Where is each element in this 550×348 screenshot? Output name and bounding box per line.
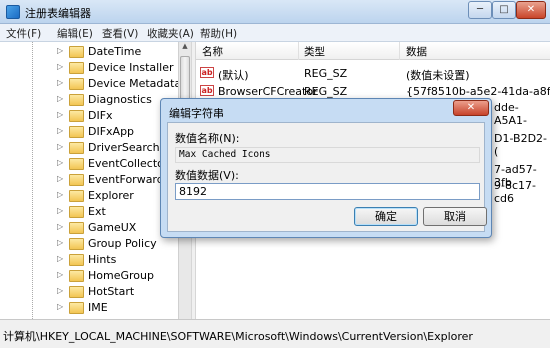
folder-icon <box>69 126 84 138</box>
list-header: 名称 类型 数据 <box>196 42 550 60</box>
tree-item-label: Diagnostics <box>88 93 152 106</box>
menu-bar: 文件(F) 编辑(E) 查看(V) 收藏夹(A) 帮助(H) <box>0 24 550 42</box>
regedit-app-icon <box>6 5 20 19</box>
expand-arrow-icon[interactable]: ▷ <box>57 206 63 215</box>
value-data: {57f8510b-a5e2-41da-a8f0-8a5 <box>406 85 550 98</box>
tree-item-label: DateTime <box>88 45 142 58</box>
expand-arrow-icon[interactable]: ▷ <box>57 270 63 279</box>
tree-item-label: Explorer <box>88 189 134 202</box>
folder-icon <box>69 206 84 218</box>
folder-icon <box>69 190 84 202</box>
tree-item-label: Device Installer <box>88 61 174 74</box>
expand-arrow-icon[interactable]: ▷ <box>57 46 63 55</box>
expand-arrow-icon[interactable]: ▷ <box>57 302 63 311</box>
tree-item-label: DIFx <box>88 109 113 122</box>
tree-item-label: DIFxApp <box>88 125 135 138</box>
expand-arrow-icon[interactable]: ▷ <box>57 62 63 71</box>
folder-icon <box>69 238 84 250</box>
value-data-label: 数值数据(V): <box>175 169 239 182</box>
expand-arrow-icon[interactable]: ▷ <box>57 174 63 183</box>
string-value-icon: ab <box>200 67 214 78</box>
folder-icon <box>69 142 84 154</box>
column-divider[interactable] <box>399 42 400 60</box>
value-data: (数值未设置) <box>406 69 470 82</box>
expand-arrow-icon[interactable]: ▷ <box>57 222 63 231</box>
tree-item-label: Ext <box>88 205 106 218</box>
close-window-button[interactable]: ✕ <box>516 1 546 19</box>
folder-icon <box>69 270 84 282</box>
folder-icon <box>69 62 84 74</box>
expand-arrow-icon[interactable]: ▷ <box>57 158 63 167</box>
expand-arrow-icon[interactable]: ▷ <box>57 78 63 87</box>
value-row[interactable]: ab (默认) REG_SZ (数值未设置) <box>196 64 550 82</box>
cancel-button[interactable]: 取消 <box>423 207 487 226</box>
menu-edit[interactable]: 编辑(E) <box>57 26 93 41</box>
menu-favorites[interactable]: 收藏夹(A) <box>147 26 194 41</box>
tree-item-label: HomeGroup <box>88 269 154 282</box>
tree-item-ime[interactable]: ▷ IME <box>56 298 191 318</box>
folder-icon <box>69 222 84 234</box>
partial-value-data: D1-B2D2-( <box>494 132 548 158</box>
tree-item-label: IME <box>88 301 108 314</box>
column-data-header[interactable]: 数据 <box>406 44 427 59</box>
menu-view[interactable]: 查看(V) <box>102 26 138 41</box>
maximize-button[interactable]: □ <box>492 1 516 19</box>
value-name-label: 数值名称(N): <box>175 132 240 145</box>
string-value-icon: ab <box>200 85 214 96</box>
window-title: 注册表编辑器 <box>25 7 91 20</box>
value-data-input[interactable]: 8192 <box>175 183 480 200</box>
menu-help[interactable]: 帮助(H) <box>200 26 237 41</box>
column-divider[interactable] <box>298 42 299 60</box>
status-bar: 计算机\HKEY_LOCAL_MACHINE\SOFTWARE\Microsof… <box>0 319 550 348</box>
minimize-button[interactable]: ─ <box>468 1 492 19</box>
registry-path: 计算机\HKEY_LOCAL_MACHINE\SOFTWARE\Microsof… <box>3 330 473 343</box>
expand-arrow-icon[interactable]: ▷ <box>57 286 63 295</box>
dialog-body: 数值名称(N): Max Cached Icons 数值数据(V): 8192 … <box>167 122 487 232</box>
ok-button[interactable]: 确定 <box>354 207 418 226</box>
partial-value-data: 9-8c17-cd6 <box>494 179 536 205</box>
folder-icon <box>69 286 84 298</box>
tree-item-label: Device Metadata <box>88 77 182 90</box>
column-name-header[interactable]: 名称 <box>202 44 223 59</box>
value-type: REG_SZ <box>304 85 348 98</box>
folder-icon <box>69 254 84 266</box>
partial-value-data: dde-A5A1- <box>494 101 528 127</box>
folder-icon <box>69 110 84 122</box>
expand-arrow-icon[interactable]: ▷ <box>57 190 63 199</box>
tree-item-label: HotStart <box>88 285 135 298</box>
tree-item-label: EventCollector <box>88 157 169 170</box>
dialog-close-button[interactable]: ✕ <box>453 100 489 116</box>
value-type: REG_SZ <box>304 67 348 80</box>
value-name-field: Max Cached Icons <box>175 147 480 163</box>
column-type-header[interactable]: 类型 <box>304 44 325 59</box>
tree-item-label: GameUX <box>88 221 137 234</box>
expand-arrow-icon[interactable]: ▷ <box>57 254 63 263</box>
folder-icon <box>69 46 84 58</box>
folder-icon <box>69 302 84 314</box>
folder-icon <box>69 158 84 170</box>
expand-arrow-icon[interactable]: ▷ <box>57 110 63 119</box>
expand-arrow-icon[interactable]: ▷ <box>57 238 63 247</box>
title-bar: 注册表编辑器 ─ □ ✕ <box>0 0 550 24</box>
value-name: BrowserCFCreator <box>218 85 318 98</box>
tree-item-label: Hints <box>88 253 117 266</box>
expand-arrow-icon[interactable]: ▷ <box>57 126 63 135</box>
tree-connector-line <box>32 42 33 319</box>
menu-file[interactable]: 文件(F) <box>6 26 41 41</box>
expand-arrow-icon[interactable]: ▷ <box>57 142 63 151</box>
value-name: (默认) <box>218 69 249 82</box>
folder-icon <box>69 94 84 106</box>
scroll-up-arrow-icon[interactable]: ▲ <box>179 42 191 54</box>
dialog-title: 编辑字符串 <box>169 107 224 120</box>
folder-icon <box>69 78 84 90</box>
tree-item-label: Group Policy <box>88 237 157 250</box>
expand-arrow-icon[interactable]: ▷ <box>57 94 63 103</box>
edit-string-dialog: 编辑字符串 ✕ 数值名称(N): Max Cached Icons 数值数据(V… <box>160 98 492 238</box>
folder-icon <box>69 174 84 186</box>
